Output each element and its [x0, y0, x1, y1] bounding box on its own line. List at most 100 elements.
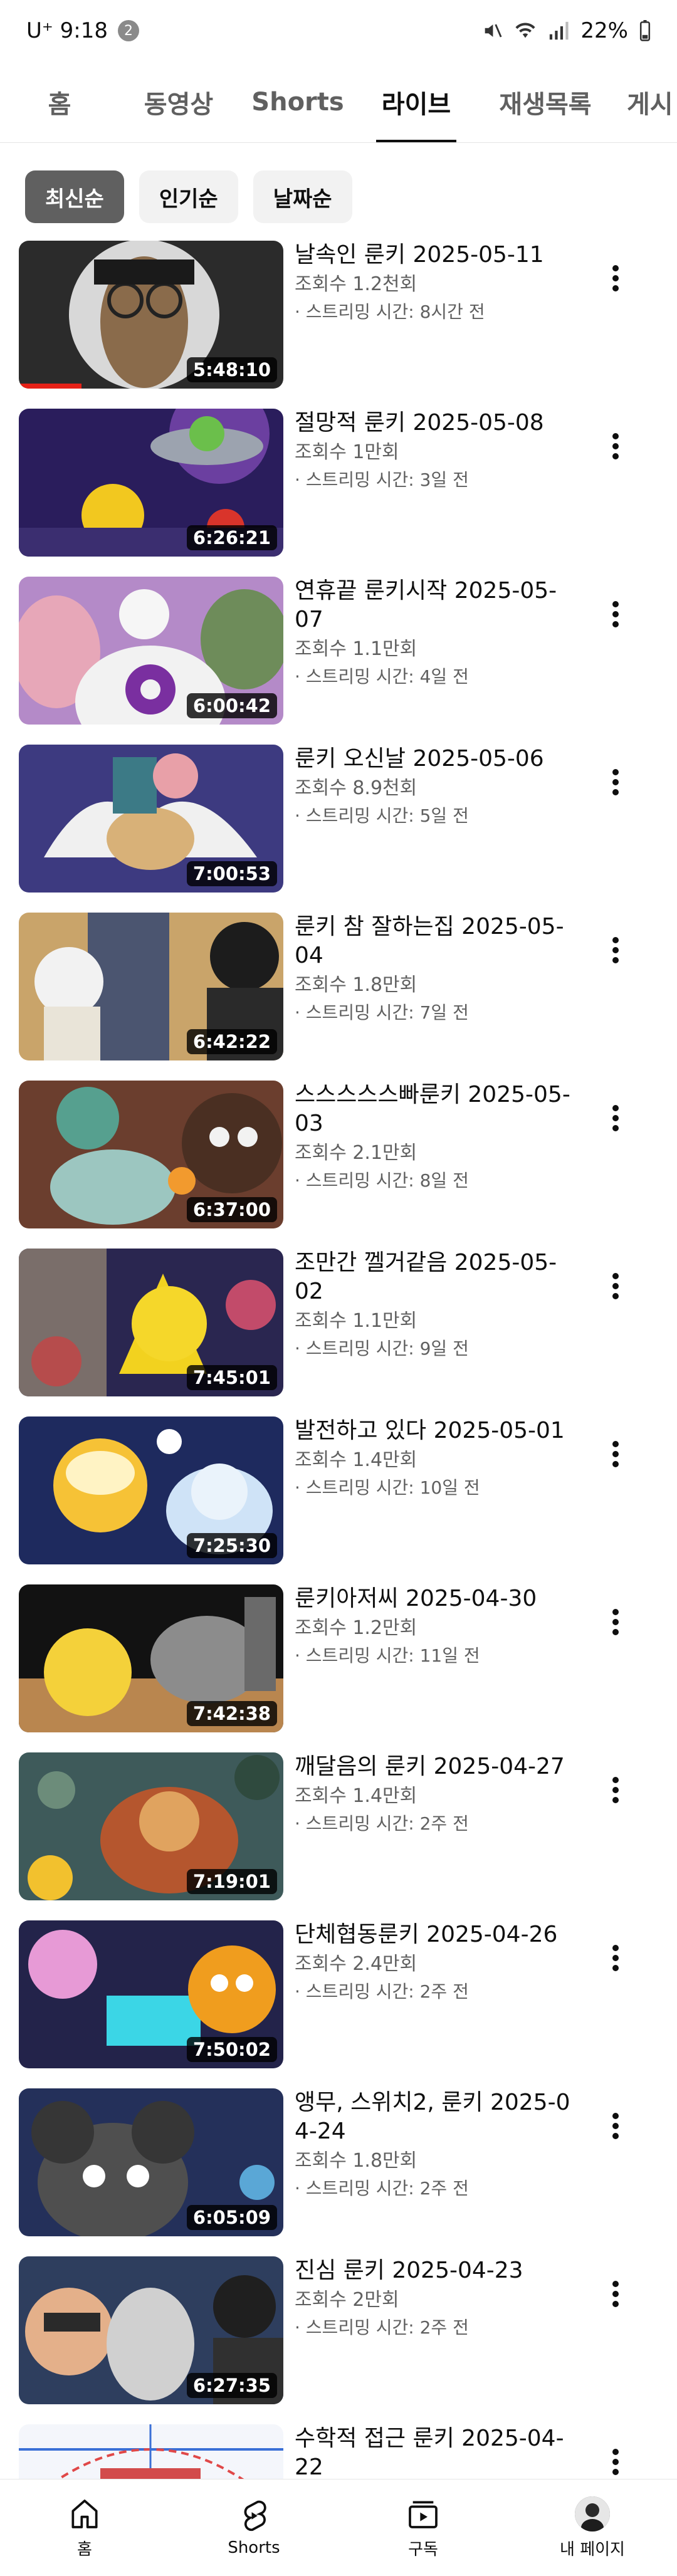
- video-duration: 7:25:30: [186, 1533, 277, 1558]
- video-title[interactable]: 연휴끝 룬키시작 2025-05-07: [295, 577, 570, 634]
- video-item[interactable]: 6:26:21 절망적 룬키 2025-05-08 조회수 1만회 · 스트리밍…: [0, 409, 677, 577]
- video-thumbnail[interactable]: 7:19:01: [19, 1752, 283, 1900]
- video-streamed-time: · 스트리밍 시간: 2주 전: [295, 1813, 469, 1834]
- video-thumbnail[interactable]: 6:05:09: [19, 2088, 283, 2236]
- more-options-icon[interactable]: [597, 1939, 634, 1977]
- video-duration: 6:27:35: [186, 2373, 277, 2398]
- video-title[interactable]: 발전하고 있다 2025-05-01: [295, 1416, 570, 1445]
- video-views: 조회수 1.1만회: [295, 1310, 417, 1332]
- video-thumbnail[interactable]: 7:00:53: [19, 745, 283, 893]
- video-item[interactable]: 7:42:38 룬키아저씨 2025-04-30 조회수 1.2만회 · 스트리…: [0, 1584, 677, 1752]
- nav-home[interactable]: 홈: [0, 2479, 169, 2576]
- video-item[interactable]: 7:19:01 깨달음의 룬키 2025-04-27 조회수 1.4만회 · 스…: [0, 1752, 677, 1920]
- tab-live[interactable]: 라이브: [376, 61, 456, 142]
- tab-shorts[interactable]: Shorts: [251, 61, 345, 142]
- video-title[interactable]: 절망적 룬키 2025-05-08: [295, 409, 570, 437]
- more-options-icon[interactable]: [597, 931, 634, 969]
- video-item[interactable]: 7:45:01 조만간 껠거같음 2025-05-02 조회수 1.1만회 · …: [0, 1249, 677, 1416]
- video-streamed-time: · 스트리밍 시간: 9일 전: [295, 1338, 469, 1359]
- signal-icon: [548, 20, 569, 41]
- video-thumbnail[interactable]: 6:27:35: [19, 2256, 283, 2404]
- chip-latest[interactable]: 최신순: [25, 170, 124, 223]
- video-streamed-time: · 스트리밍 시간: 2주 전: [295, 2178, 469, 2199]
- video-item[interactable]: 7:00:53 룬키 오신날 2025-05-06 조회수 8.9천회 · 스트…: [0, 745, 677, 913]
- video-title[interactable]: 룬키 오신날 2025-05-06: [295, 745, 570, 773]
- status-bar: U⁺ 9:18 2 22%: [0, 0, 677, 61]
- video-thumbnail[interactable]: 7:42:38: [19, 1584, 283, 1732]
- video-streamed-time: · 스트리밍 시간: 2주 전: [295, 1981, 469, 2002]
- video-duration: 6:05:09: [186, 2205, 277, 2230]
- video-streamed-time: · 스트리밍 시간: 8시간 전: [295, 301, 485, 322]
- video-thumbnail[interactable]: 7:50:02: [19, 1920, 283, 2068]
- video-views: 조회수 1.8만회: [295, 974, 417, 996]
- video-item[interactable]: 6:05:09 앵무, 스위치2, 룬키 2025-04-24 조회수 1.8만…: [0, 2088, 677, 2256]
- more-options-icon[interactable]: [597, 427, 634, 465]
- nav-subscriptions[interactable]: 구독: [338, 2479, 508, 2576]
- nav-my-page[interactable]: 내 페이지: [508, 2479, 677, 2576]
- more-options-icon[interactable]: [597, 1267, 634, 1305]
- video-thumbnail[interactable]: 6:26:21: [19, 409, 283, 557]
- nav-home-label: 홈: [77, 2540, 92, 2559]
- video-item[interactable]: 6:27:35 진심 룬키 2025-04-23 조회수 2만회 · 스트리밍 …: [0, 2256, 677, 2424]
- chip-date[interactable]: 날짜순: [253, 170, 352, 223]
- video-title[interactable]: 진심 룬키 2025-04-23: [295, 2256, 570, 2285]
- more-options-icon[interactable]: [597, 1099, 634, 1137]
- video-thumbnail[interactable]: 6:37:00: [19, 1081, 283, 1228]
- nav-subscriptions-label: 구독: [408, 2540, 438, 2559]
- tab-home[interactable]: 홈: [25, 61, 94, 142]
- video-item[interactable]: 6:42:22 룬키 참 잘하는집 2025-05-04 조회수 1.8만회 ·…: [0, 913, 677, 1081]
- battery-level: 22%: [580, 18, 628, 43]
- chip-popular[interactable]: 인기순: [139, 170, 238, 223]
- bottom-navigation: 홈 Shorts 구독 내 페이지: [0, 2479, 677, 2576]
- video-duration: 5:48:10: [186, 357, 277, 382]
- sort-chips: 최신순 인기순 날짜순: [25, 170, 352, 223]
- video-title[interactable]: 수학적 접근 룬키 2025-04-22: [295, 2424, 570, 2482]
- more-options-icon[interactable]: [597, 2275, 634, 2313]
- video-thumbnail[interactable]: 7:45:01: [19, 1249, 283, 1396]
- nav-shorts[interactable]: Shorts: [169, 2479, 338, 2576]
- video-title[interactable]: 스스스스스빠룬키 2025-05-03: [295, 1081, 570, 1138]
- mute-icon: [481, 20, 503, 41]
- video-streamed-time: · 스트리밍 시간: 5일 전: [295, 805, 469, 826]
- more-options-icon[interactable]: [597, 1771, 634, 1809]
- avatar: [575, 2496, 610, 2531]
- subscriptions-icon: [409, 2500, 438, 2528]
- video-thumbnail[interactable]: 5:48:10: [19, 241, 283, 389]
- tab-playlists[interactable]: 재생목록: [489, 61, 602, 142]
- video-item[interactable]: 7:25:30 발전하고 있다 2025-05-01 조회수 1.4만회 · 스…: [0, 1416, 677, 1584]
- video-title[interactable]: 단체협동룬키 2025-04-26: [295, 1920, 570, 1949]
- video-thumbnail[interactable]: 7:25:30: [19, 1416, 283, 1564]
- more-options-icon[interactable]: [597, 1435, 634, 1473]
- video-title[interactable]: 깨달음의 룬키 2025-04-27: [295, 1752, 570, 1781]
- more-options-icon[interactable]: [597, 259, 634, 297]
- video-duration: 6:37:00: [186, 1197, 277, 1222]
- video-views: 조회수 2.1만회: [295, 1142, 417, 1164]
- video-item[interactable]: 6:37:00 스스스스스빠룬키 2025-05-03 조회수 2.1만회 · …: [0, 1081, 677, 1249]
- video-item[interactable]: 6:00:42 연휴끝 룬키시작 2025-05-07 조회수 1.1만회 · …: [0, 577, 677, 745]
- video-views: 조회수 2만회: [295, 2289, 399, 2311]
- video-title[interactable]: 조만간 껠거같음 2025-05-02: [295, 1249, 570, 1306]
- video-thumbnail[interactable]: 6:42:22: [19, 913, 283, 1060]
- video-thumbnail[interactable]: 6:00:42: [19, 577, 283, 725]
- more-options-icon[interactable]: [597, 2443, 634, 2481]
- more-options-icon[interactable]: [597, 763, 634, 801]
- more-options-icon[interactable]: [597, 2107, 634, 2145]
- more-options-icon[interactable]: [597, 595, 634, 633]
- video-duration: 7:00:53: [186, 861, 277, 886]
- video-title[interactable]: 날속인 룬키 2025-05-11: [295, 241, 570, 270]
- tab-videos[interactable]: 동영상: [132, 61, 226, 142]
- video-streamed-time: · 스트리밍 시간: 3일 전: [295, 469, 469, 490]
- video-duration: 7:42:38: [186, 1701, 277, 1726]
- video-title[interactable]: 룬키아저씨 2025-04-30: [295, 1584, 570, 1613]
- video-title[interactable]: 룬키 참 잘하는집 2025-05-04: [295, 913, 570, 970]
- shorts-icon: [244, 2500, 266, 2531]
- video-streamed-time: · 스트리밍 시간: 2주 전: [295, 2317, 469, 2338]
- video-views: 조회수 1.2천회: [295, 273, 417, 295]
- tab-posts[interactable]: 게시: [627, 61, 677, 142]
- video-item[interactable]: 7:50:02 단체협동룬키 2025-04-26 조회수 2.4만회 · 스트…: [0, 1920, 677, 2088]
- video-streamed-time: · 스트리밍 시간: 11일 전: [295, 1645, 480, 1666]
- video-duration: 6:42:22: [186, 1029, 277, 1054]
- more-options-icon[interactable]: [597, 1603, 634, 1641]
- video-item[interactable]: 5:48:10 날속인 룬키 2025-05-11 조회수 1.2천회 · 스트…: [0, 241, 677, 409]
- video-title[interactable]: 앵무, 스위치2, 룬키 2025-04-24: [295, 2088, 570, 2146]
